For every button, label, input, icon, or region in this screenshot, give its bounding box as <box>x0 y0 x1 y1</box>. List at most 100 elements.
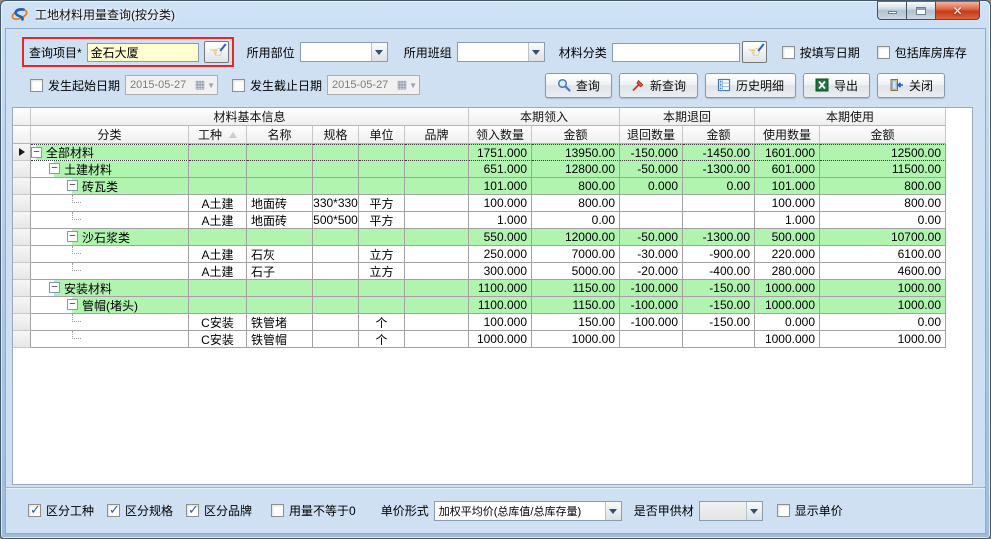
cell-value[interactable]: 280.000 <box>755 263 820 280</box>
distinguish-spec-checkbox[interactable] <box>107 504 120 517</box>
cell-name[interactable] <box>247 161 313 178</box>
cell-value[interactable]: 0.000 <box>620 178 683 195</box>
column-header[interactable]: 分类 <box>31 126 189 144</box>
row-indicator[interactable] <box>13 212 31 229</box>
cell-value[interactable]: 220.000 <box>755 246 820 263</box>
column-header[interactable]: 规格 <box>313 126 359 144</box>
cell-value[interactable]: 1601.000 <box>755 144 820 161</box>
cell-brand[interactable] <box>405 331 469 348</box>
cell-value[interactable]: 12000.00 <box>532 229 620 246</box>
cell-value[interactable]: -150.00 <box>683 297 755 314</box>
row-indicator[interactable] <box>13 144 31 161</box>
cell-value[interactable]: 800.00 <box>532 178 620 195</box>
cell-value[interactable]: 1.000 <box>755 212 820 229</box>
cell-name[interactable]: 铁管堵 <box>247 314 313 331</box>
material-category-input[interactable] <box>612 43 740 62</box>
cell-value[interactable]: 1150.00 <box>532 297 620 314</box>
row-indicator[interactable] <box>13 297 31 314</box>
cell-value[interactable]: -30.000 <box>620 246 683 263</box>
row-indicator[interactable] <box>13 161 31 178</box>
category-tree-cell[interactable] <box>31 314 189 331</box>
row-indicator[interactable] <box>13 178 31 195</box>
cell-value[interactable]: -20.000 <box>620 263 683 280</box>
column-group-header[interactable]: 本期领入 <box>469 108 620 126</box>
cell-value[interactable]: -50.000 <box>620 229 683 246</box>
tree-collapse-icon[interactable]: − <box>67 180 78 191</box>
category-tree-cell[interactable] <box>31 263 189 280</box>
column-header[interactable]: 领入数量 <box>469 126 532 144</box>
category-tree-cell[interactable]: 砖瓦类− <box>31 178 189 195</box>
column-group-header[interactable]: 本期使用 <box>755 108 946 126</box>
query-button[interactable]: 查询 <box>545 73 612 98</box>
cell-spec[interactable] <box>313 178 359 195</box>
cell-trade[interactable] <box>189 229 247 246</box>
cell-name[interactable] <box>247 297 313 314</box>
cell-value[interactable]: 601.000 <box>755 161 820 178</box>
usage-not-zero-checkbox[interactable] <box>271 504 284 517</box>
close-button[interactable]: 关闭 <box>877 73 945 98</box>
chevron-down-icon[interactable] <box>605 502 621 520</box>
cell-brand[interactable] <box>405 178 469 195</box>
cell-value[interactable] <box>620 195 683 212</box>
cell-value[interactable] <box>620 331 683 348</box>
column-header[interactable]: 金额 <box>820 126 946 144</box>
column-header[interactable]: 单位 <box>359 126 405 144</box>
cell-brand[interactable] <box>405 144 469 161</box>
chevron-down-icon[interactable] <box>528 43 544 61</box>
column-group-header[interactable]: 本期退回 <box>620 108 755 126</box>
distinguish-brand-checkbox[interactable] <box>186 504 199 517</box>
start-date-checkbox[interactable] <box>30 79 43 92</box>
cell-value[interactable]: -900.00 <box>683 246 755 263</box>
cell-value[interactable]: -150.00 <box>683 280 755 297</box>
material-category-picker-button[interactable]: ☜ <box>742 41 767 63</box>
cell-spec[interactable] <box>313 331 359 348</box>
cell-value[interactable]: 800.00 <box>820 195 946 212</box>
cell-trade[interactable]: A土建 <box>189 263 247 280</box>
tree-collapse-icon[interactable]: − <box>67 299 78 310</box>
cell-value[interactable]: 1100.000 <box>469 280 532 297</box>
cell-name[interactable] <box>247 178 313 195</box>
cell-unit[interactable]: 个 <box>359 314 405 331</box>
cell-value[interactable]: 1000.00 <box>820 331 946 348</box>
cell-value[interactable]: 0.000 <box>755 314 820 331</box>
export-button[interactable]: 导出 <box>803 73 870 98</box>
show-unit-price-checkbox[interactable] <box>777 504 790 517</box>
cell-trade[interactable]: A土建 <box>189 195 247 212</box>
cell-value[interactable]: 1100.000 <box>469 297 532 314</box>
cell-brand[interactable] <box>405 229 469 246</box>
tree-collapse-icon[interactable]: − <box>67 231 78 242</box>
close-window-button[interactable]: ✕ <box>935 1 980 20</box>
cell-brand[interactable] <box>405 212 469 229</box>
cell-brand[interactable] <box>405 297 469 314</box>
category-tree-cell[interactable] <box>31 246 189 263</box>
column-header[interactable]: 工种 <box>189 126 247 144</box>
category-tree-cell[interactable] <box>31 212 189 229</box>
cell-value[interactable]: 7000.00 <box>532 246 620 263</box>
cell-unit[interactable] <box>359 229 405 246</box>
used-team-select[interactable] <box>457 42 545 62</box>
cell-value[interactable] <box>683 195 755 212</box>
minimize-button[interactable] <box>877 1 906 20</box>
category-tree-cell[interactable]: 沙石浆类− <box>31 229 189 246</box>
cell-name[interactable] <box>247 280 313 297</box>
cell-trade[interactable] <box>189 144 247 161</box>
cell-value[interactable] <box>683 212 755 229</box>
cell-spec[interactable] <box>313 229 359 246</box>
cell-spec[interactable] <box>313 263 359 280</box>
cell-value[interactable]: 1000.000 <box>755 280 820 297</box>
column-header[interactable]: 金额 <box>683 126 755 144</box>
include-warehouse-stock-checkbox[interactable] <box>877 46 890 59</box>
by-fill-date-checkbox[interactable] <box>782 46 795 59</box>
cell-value[interactable]: 6100.00 <box>820 246 946 263</box>
cell-trade[interactable] <box>189 297 247 314</box>
cell-value[interactable]: -1300.00 <box>683 229 755 246</box>
cell-trade[interactable] <box>189 161 247 178</box>
cell-value[interactable]: -100.000 <box>620 314 683 331</box>
cell-spec[interactable] <box>313 280 359 297</box>
cell-trade[interactable] <box>189 280 247 297</box>
cell-trade[interactable] <box>189 178 247 195</box>
cell-value[interactable]: -1300.00 <box>683 161 755 178</box>
row-indicator[interactable] <box>13 263 31 280</box>
cell-value[interactable]: 5000.00 <box>532 263 620 280</box>
cell-name[interactable] <box>247 144 313 161</box>
